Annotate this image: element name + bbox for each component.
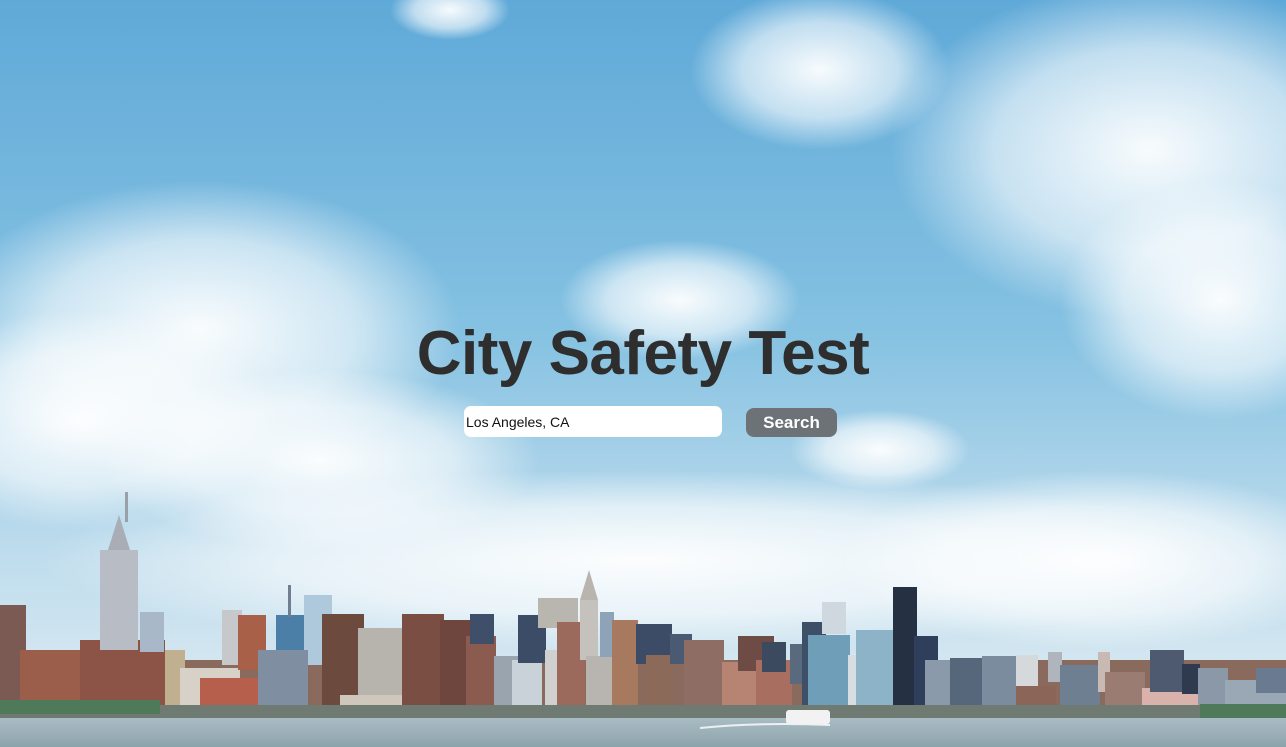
search-form: Search	[464, 406, 844, 438]
hero: City Safety Test	[0, 318, 1286, 390]
city-search-input[interactable]	[464, 406, 722, 437]
search-button[interactable]: Search	[746, 408, 837, 437]
page-title: City Safety Test	[416, 319, 870, 388]
boat	[786, 710, 830, 724]
water	[0, 718, 1286, 747]
page: City Safety Test Search	[0, 0, 1286, 747]
